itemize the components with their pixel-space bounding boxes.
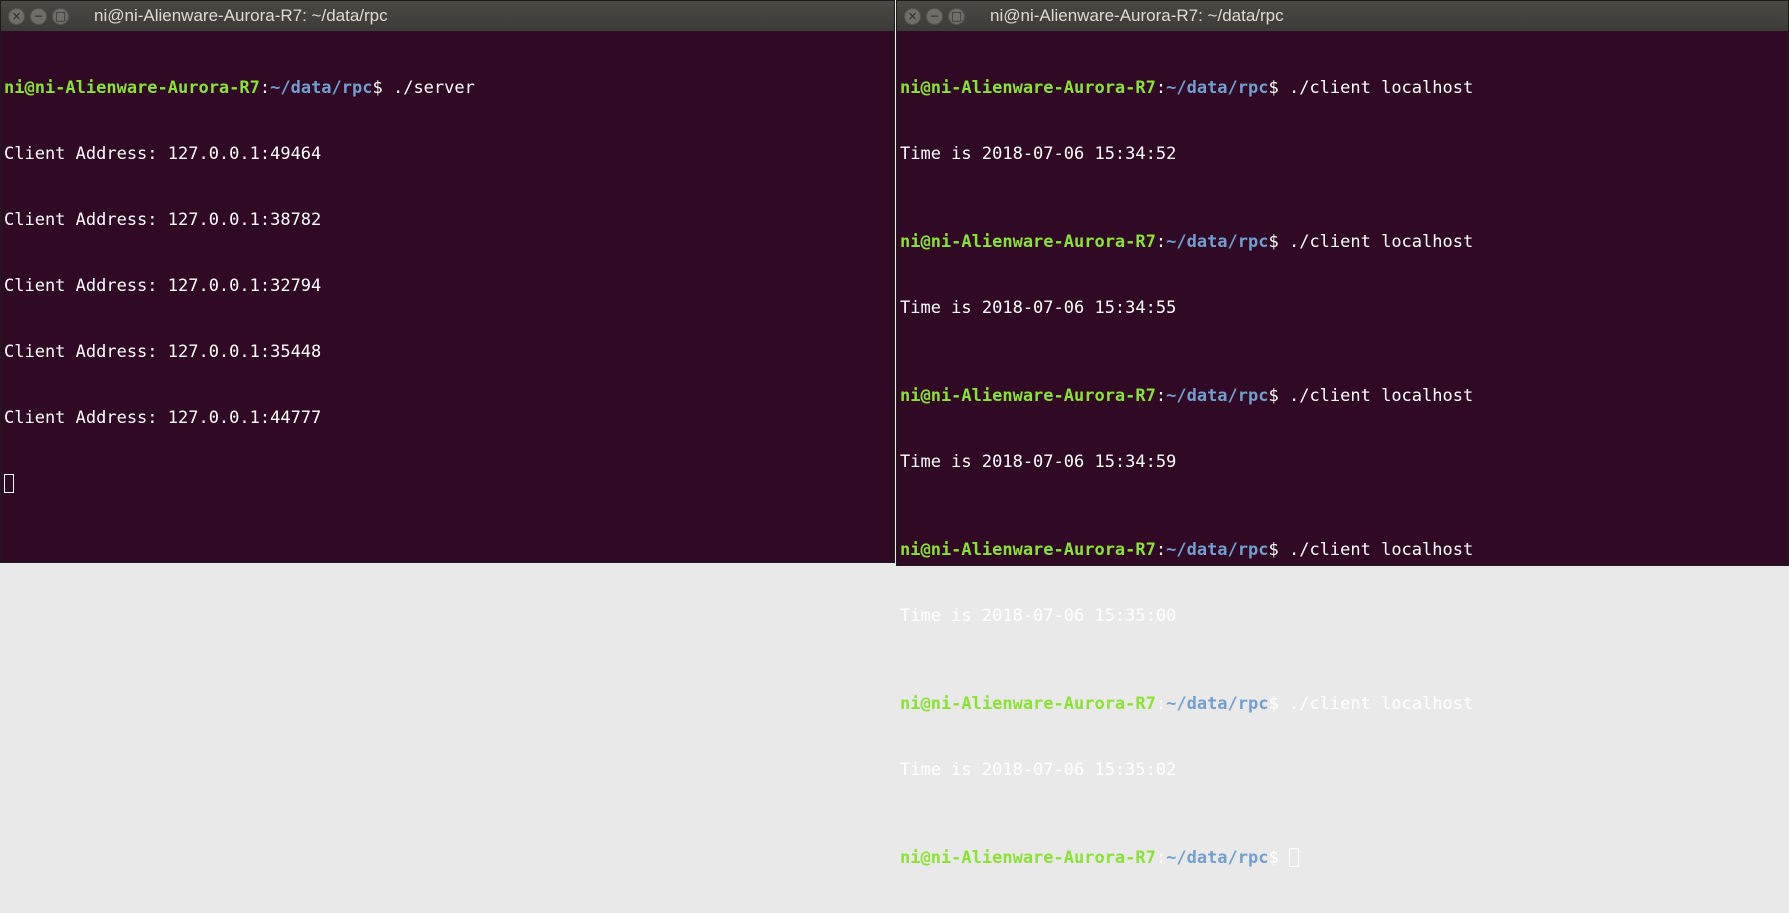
output-line: Time is 2018-07-06 15:34:52	[900, 144, 1177, 164]
prompt-user: ni@ni-Alienware-Aurora-R7	[900, 232, 1156, 252]
cursor	[4, 474, 14, 493]
close-icon[interactable]: ×	[904, 7, 921, 25]
prompt-line: ni@ni-Alienware-Aurora-R7:~/data/rpc$	[900, 847, 1788, 869]
prompt-line: ni@ni-Alienware-Aurora-R7:~/data/rpc$ ./…	[900, 539, 1788, 561]
prompt-colon: :	[1155, 386, 1167, 406]
output-line: Time is 2018-07-06 15:34:55	[900, 298, 1177, 318]
terminal-output[interactable]: ni@ni-Alienware-Aurora-R7:~/data/rpc$ ./…	[1, 31, 894, 539]
output-line: Client Address: 127.0.0.1:49464	[4, 144, 322, 164]
prompt-colon: :	[1155, 694, 1167, 714]
command-text: ./client localhost	[1278, 694, 1474, 714]
minimize-icon[interactable]: −	[30, 7, 47, 25]
prompt-path: ~/data/rpc	[1166, 232, 1269, 252]
prompt-user: ni@ni-Alienware-Aurora-R7	[900, 386, 1156, 406]
prompt-user: ni@ni-Alienware-Aurora-R7	[4, 78, 260, 98]
window-title: ni@ni-Alienware-Aurora-R7: ~/data/rpc	[94, 6, 388, 25]
output-line: Client Address: 127.0.0.1:32794	[4, 276, 322, 296]
window-controls: × − □	[1, 7, 94, 25]
prompt-line: ni@ni-Alienware-Aurora-R7:~/data/rpc$ ./…	[900, 693, 1788, 715]
command-text: ./client localhost	[1278, 540, 1474, 560]
titlebar[interactable]: × − □ ni@ni-Alienware-Aurora-R7: ~/data/…	[897, 1, 1788, 31]
client-terminal-window[interactable]: × − □ ni@ni-Alienware-Aurora-R7: ~/data/…	[896, 0, 1789, 868]
output-line: Time is 2018-07-06 15:34:59	[900, 452, 1177, 472]
command-text: ./client localhost	[1278, 78, 1474, 98]
prompt-symbol: $	[1268, 540, 1279, 560]
prompt-symbol: $	[1268, 848, 1279, 868]
prompt-line: ni@ni-Alienware-Aurora-R7:~/data/rpc$ ./…	[900, 77, 1788, 99]
prompt-symbol: $	[1268, 232, 1279, 252]
minimize-icon[interactable]: −	[926, 7, 943, 25]
command-text: ./client localhost	[1278, 386, 1474, 406]
command-text: ./server	[382, 78, 475, 98]
prompt-symbol: $	[1268, 78, 1279, 98]
maximize-icon[interactable]: □	[52, 7, 69, 25]
prompt-colon: :	[1155, 78, 1167, 98]
output-line: Time is 2018-07-06 15:35:02	[900, 760, 1177, 780]
prompt-path: ~/data/rpc	[1166, 540, 1269, 560]
cursor	[1288, 848, 1299, 867]
cursor-line	[4, 473, 894, 495]
prompt-line: ni@ni-Alienware-Aurora-R7:~/data/rpc$ ./…	[4, 77, 894, 99]
command-text	[1279, 848, 1289, 868]
prompt-path: ~/data/rpc	[1166, 694, 1269, 714]
terminal-output[interactable]: ni@ni-Alienware-Aurora-R7:~/data/rpc$ ./…	[897, 31, 1788, 913]
maximize-icon[interactable]: □	[948, 7, 965, 25]
output-line: Client Address: 127.0.0.1:38782	[4, 210, 322, 230]
prompt-symbol: $	[372, 78, 383, 98]
prompt-colon: :	[1155, 232, 1167, 252]
prompt-symbol: $	[1268, 694, 1279, 714]
server-terminal-window[interactable]: × − □ ni@ni-Alienware-Aurora-R7: ~/data/…	[0, 0, 895, 563]
prompt-path: ~/data/rpc	[1166, 848, 1269, 868]
prompt-symbol: $	[1268, 386, 1279, 406]
window-controls: × − □	[897, 7, 990, 25]
output-line: Client Address: 127.0.0.1:35448	[4, 342, 322, 362]
output-line: Client Address: 127.0.0.1:44777	[4, 408, 322, 428]
prompt-path: ~/data/rpc	[270, 78, 373, 98]
prompt-line: ni@ni-Alienware-Aurora-R7:~/data/rpc$ ./…	[900, 385, 1788, 407]
prompt-user: ni@ni-Alienware-Aurora-R7	[900, 78, 1156, 98]
prompt-colon: :	[1155, 540, 1167, 560]
prompt-user: ni@ni-Alienware-Aurora-R7	[900, 694, 1156, 714]
prompt-user: ni@ni-Alienware-Aurora-R7	[900, 848, 1156, 868]
prompt-user: ni@ni-Alienware-Aurora-R7	[900, 540, 1156, 560]
output-line: Time is 2018-07-06 15:35:00	[900, 606, 1177, 626]
titlebar[interactable]: × − □ ni@ni-Alienware-Aurora-R7: ~/data/…	[1, 1, 894, 31]
prompt-path: ~/data/rpc	[1166, 386, 1269, 406]
prompt-path: ~/data/rpc	[1166, 78, 1269, 98]
close-icon[interactable]: ×	[8, 7, 25, 25]
window-title: ni@ni-Alienware-Aurora-R7: ~/data/rpc	[990, 6, 1284, 25]
prompt-colon: :	[1155, 848, 1167, 868]
command-text: ./client localhost	[1278, 232, 1474, 252]
prompt-colon: :	[259, 78, 271, 98]
prompt-line: ni@ni-Alienware-Aurora-R7:~/data/rpc$ ./…	[900, 231, 1788, 253]
